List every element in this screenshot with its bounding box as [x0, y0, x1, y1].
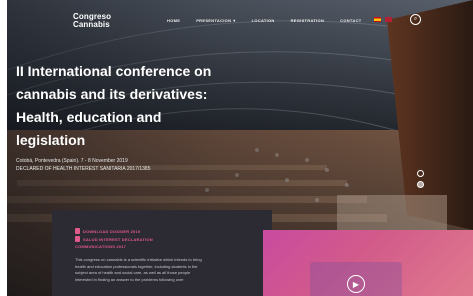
hero-title-line: Health, education and	[16, 109, 162, 125]
document-icon	[75, 228, 80, 234]
document-icon	[75, 236, 80, 242]
hero-subtitle: Cotobá, Pontevedra (Spain). 7 - 8 Novemb…	[16, 157, 151, 173]
slider-dot-active[interactable]	[417, 181, 424, 188]
language-switcher	[374, 17, 392, 22]
hero-title-line: II International conference on	[16, 63, 212, 79]
hero-subtitle-line: Cotobá, Pontevedra (Spain). 7 - 8 Novemb…	[16, 158, 128, 164]
info-link-declaration[interactable]: SALUD INTEREST DECLARATION	[75, 236, 153, 242]
page: Congreso Cannabis HOME PRESENTACION ▾ LOC…	[0, 0, 473, 296]
info-card	[52, 210, 272, 296]
search-button[interactable]: ⌕	[410, 14, 421, 25]
info-link-communications[interactable]: COMMUNICATIONS 2017	[75, 244, 153, 249]
slider-dots	[417, 170, 424, 188]
hero-title-line: cannabis and its derivatives:	[16, 86, 208, 102]
info-links: Download Dossier 2019 SALUD INTEREST DEC…	[75, 228, 153, 251]
nav-item-presentacion-label: PRESENTACION	[196, 18, 232, 23]
hero-title-line: legislation	[16, 132, 86, 148]
slider-dot[interactable]	[417, 170, 424, 177]
info-link-label: COMMUNICATIONS 2017	[75, 244, 127, 249]
nav-item-location[interactable]: LOCATION	[252, 18, 275, 23]
play-button[interactable]: ▶	[347, 275, 365, 293]
nav-item-contact[interactable]: CONTACT	[340, 18, 361, 23]
info-link-label: Download Dossier 2019	[83, 228, 141, 234]
info-text-line: interested in finding an answer to the p…	[75, 276, 184, 282]
nav-item-home[interactable]: HOME	[167, 18, 180, 23]
info-link-dossier[interactable]: Download Dossier 2019	[75, 228, 153, 234]
site-logo[interactable]: Congreso Cannabis	[73, 13, 111, 29]
info-description: This congress on cannabis is a scientifi…	[75, 257, 245, 283]
hero-title: II International conference on cannabis …	[16, 60, 256, 152]
logo-line-2: Cannabis	[73, 20, 110, 29]
nav-item-registration[interactable]: REGISTRATION	[291, 18, 325, 23]
top-navbar: Congreso Cannabis HOME PRESENTACION ▾ LOC…	[7, 0, 473, 40]
info-link-label: SALUD INTEREST DECLARATION	[83, 236, 153, 242]
search-icon: ⌕	[413, 16, 418, 22]
main-nav: HOME PRESENTACION ▾ LOCATION REGISTRATION…	[167, 18, 362, 23]
flag-en-icon[interactable]	[385, 17, 392, 22]
nav-item-presentacion[interactable]: PRESENTACION ▾	[196, 18, 235, 23]
chevron-down-icon: ▾	[233, 18, 236, 23]
play-icon: ▶	[352, 279, 360, 289]
hero-subtitle-line: DECLARED OF HEALTH INTEREST SANITARIA 20…	[16, 166, 151, 172]
flag-es-icon[interactable]	[374, 17, 381, 22]
